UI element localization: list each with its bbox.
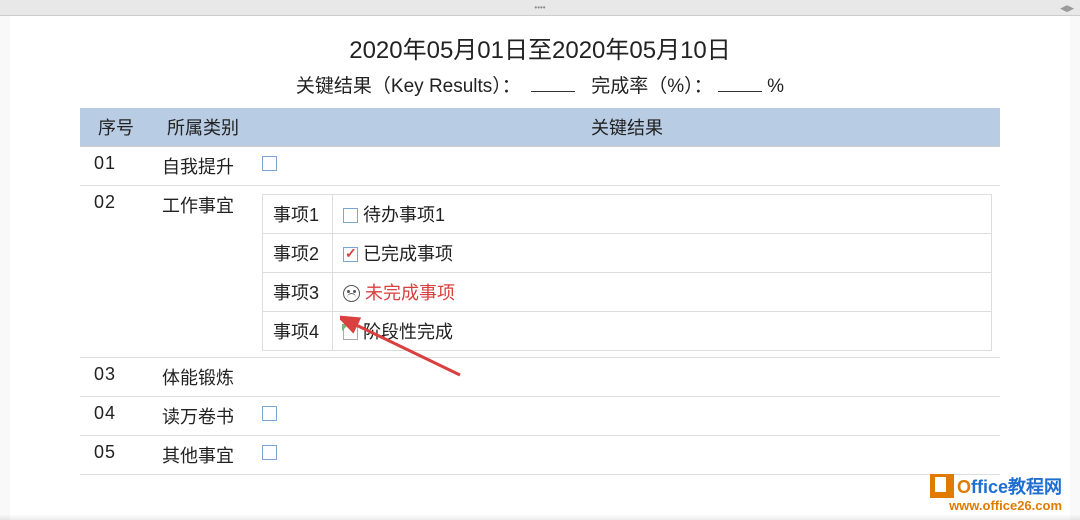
cell-cat: 自我提升 xyxy=(152,147,254,186)
cell-seq: 01 xyxy=(80,147,152,186)
checked-icon[interactable] xyxy=(343,247,358,262)
item-value[interactable]: 已完成事项 xyxy=(333,234,992,273)
item-label: 事项3 xyxy=(263,273,333,312)
sad-face-icon xyxy=(343,285,360,302)
inner-row: 事项4 阶段性完成 xyxy=(263,312,992,351)
fold-checkbox-icon[interactable] xyxy=(343,325,358,340)
th-cat: 所属类别 xyxy=(152,108,254,147)
watermark-url: www.office26.com xyxy=(930,498,1062,514)
table-row: 02 工作事宜 事项1 待办事项1 事项2 已完成事项 事项3 xyxy=(80,186,1000,358)
drag-dots: •••• xyxy=(534,3,545,12)
cell-res[interactable] xyxy=(254,436,1000,475)
cell-res[interactable] xyxy=(254,147,1000,186)
table-row: 03 体能锻炼 xyxy=(80,358,1000,397)
table-row: 01 自我提升 xyxy=(80,147,1000,186)
cell-res[interactable] xyxy=(254,397,1000,436)
cell-res: 事项1 待办事项1 事项2 已完成事项 事项3 未完成事项 事项4 xyxy=(254,186,1000,358)
checkbox-icon[interactable] xyxy=(343,208,358,223)
inner-row: 事项3 未完成事项 xyxy=(263,273,992,312)
cell-seq: 03 xyxy=(80,358,152,397)
item-text: 阶段性完成 xyxy=(363,322,453,342)
item-text: 已完成事项 xyxy=(363,244,453,264)
item-label: 事项4 xyxy=(263,312,333,351)
page-title: 2020年05月01日至2020年05月10日 xyxy=(80,30,1000,65)
checkbox-icon[interactable] xyxy=(262,156,277,171)
item-text: 未完成事项 xyxy=(365,283,455,303)
item-value[interactable]: 待办事项1 xyxy=(333,195,992,234)
kr-blank[interactable] xyxy=(531,91,575,92)
cell-seq: 04 xyxy=(80,397,152,436)
document-page: 2020年05月01日至2020年05月10日 关键结果（Key Results… xyxy=(10,16,1070,520)
inner-row: 事项2 已完成事项 xyxy=(263,234,992,273)
bottom-shadow xyxy=(0,514,1080,520)
cell-seq: 02 xyxy=(80,186,152,358)
watermark-brand-o: O xyxy=(957,477,971,497)
cell-cat: 体能锻炼 xyxy=(152,358,254,397)
cell-cat: 工作事宜 xyxy=(152,186,254,358)
percent-sign: % xyxy=(767,76,784,97)
cell-res[interactable] xyxy=(254,358,1000,397)
inner-row: 事项1 待办事项1 xyxy=(263,195,992,234)
checkbox-icon[interactable] xyxy=(262,406,277,421)
table-header-row: 序号 所属类别 关键结果 xyxy=(80,108,1000,147)
page-subtitle: 关键结果（Key Results）： 完成率（%）： % xyxy=(80,71,1000,98)
top-bar: •••• ◀▶ xyxy=(0,0,1080,16)
checkbox-icon[interactable] xyxy=(262,445,277,460)
item-value[interactable]: 阶段性完成 xyxy=(333,312,992,351)
th-seq: 序号 xyxy=(80,108,152,147)
kr-label: 关键结果（Key Results）： xyxy=(296,76,521,97)
item-label: 事项1 xyxy=(263,195,333,234)
rate-blank[interactable] xyxy=(718,91,762,92)
rate-label: 完成率（%）： xyxy=(591,76,712,97)
table-row: 04 读万卷书 xyxy=(80,397,1000,436)
nav-arrows[interactable]: ◀▶ xyxy=(1060,0,1074,16)
table-row: 05 其他事宜 xyxy=(80,436,1000,475)
watermark: Office教程网 www.office26.com xyxy=(930,474,1062,514)
main-table: 序号 所属类别 关键结果 01 自我提升 02 工作事宜 事项1 待办事项1 xyxy=(80,108,1000,475)
th-res: 关键结果 xyxy=(254,108,1000,147)
watermark-logo-icon xyxy=(930,474,954,498)
item-value[interactable]: 未完成事项 xyxy=(333,273,992,312)
cell-cat: 读万卷书 xyxy=(152,397,254,436)
cell-cat: 其他事宜 xyxy=(152,436,254,475)
item-text: 待办事项1 xyxy=(363,205,445,225)
watermark-brand-rest: ffice教程网 xyxy=(971,477,1062,497)
item-label: 事项2 xyxy=(263,234,333,273)
cell-seq: 05 xyxy=(80,436,152,475)
inner-table: 事项1 待办事项1 事项2 已完成事项 事项3 未完成事项 事项4 xyxy=(262,194,992,351)
